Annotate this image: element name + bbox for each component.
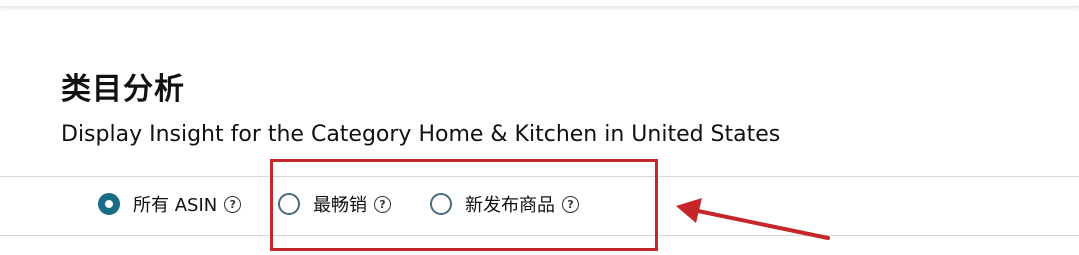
top-divider — [0, 6, 1079, 7]
radio-label-all-asin: 所有 ASIN — [133, 195, 218, 216]
annotation-highlight-box — [270, 159, 658, 251]
radio-option-all-asin[interactable]: 所有 ASIN ? — [98, 191, 278, 217]
section-title: 类目分析 — [61, 72, 185, 107]
radio-button-checked[interactable] — [98, 193, 120, 215]
section-subtitle: Display Insight for the Category Home & … — [61, 122, 781, 147]
question-circle-icon[interactable]: ? — [224, 195, 242, 213]
page: 类目分析 Display Insight for the Category Ho… — [0, 0, 1079, 255]
arrow-left-icon — [676, 198, 830, 240]
